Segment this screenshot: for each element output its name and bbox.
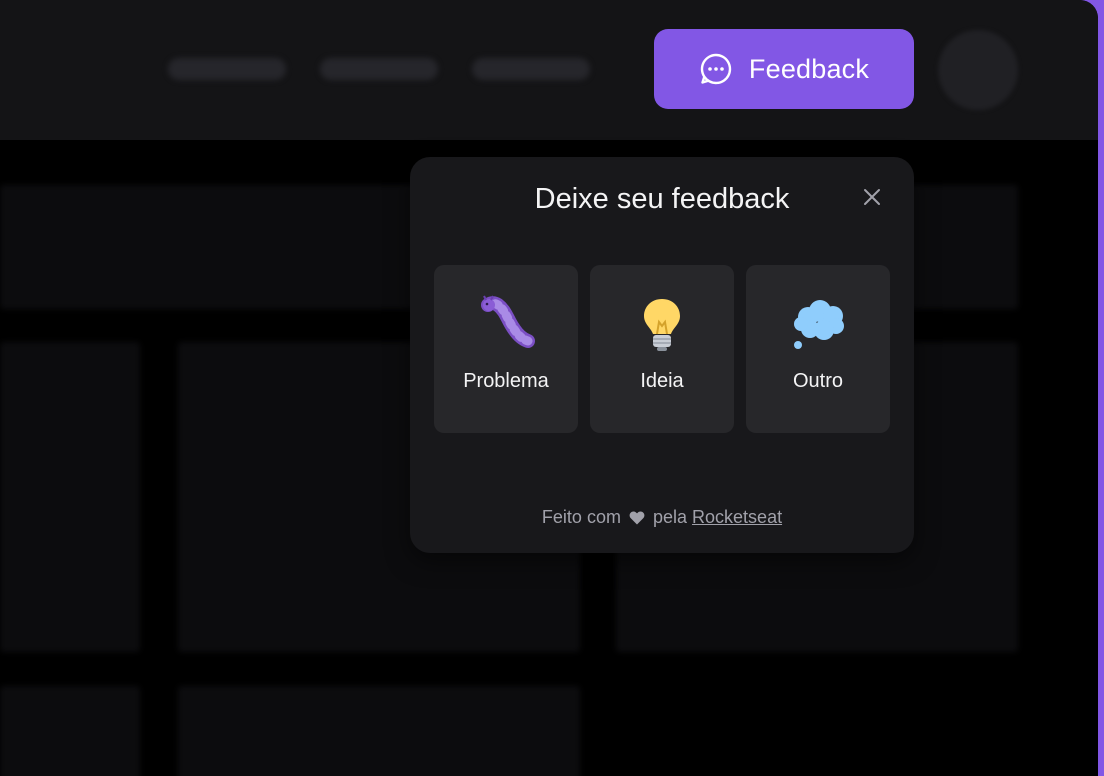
close-button[interactable]	[860, 187, 884, 211]
heart-icon	[629, 509, 645, 530]
nav-placeholder-1	[168, 58, 286, 80]
feedback-type-options: Problema Ideia Outro	[434, 265, 890, 433]
option-ideia[interactable]: Ideia	[590, 265, 734, 433]
feedback-widget: Deixe seu feedback Problema Ideia Outro …	[410, 157, 914, 553]
option-label: Outro	[792, 370, 844, 392]
option-label: Ideia	[640, 370, 684, 392]
avatar	[938, 30, 1018, 110]
option-label: Problema	[463, 370, 549, 392]
chat-dots-icon	[699, 52, 733, 86]
content-card-placeholder	[178, 686, 580, 776]
thought-balloon-icon	[788, 295, 848, 355]
close-icon	[862, 187, 882, 212]
bug-caterpillar-icon	[476, 295, 536, 355]
app-background: Feedback Deixe seu feedback Problema Ide…	[0, 0, 1098, 776]
lightbulb-icon	[632, 295, 692, 355]
footer-prefix: Feito com	[541, 507, 621, 527]
top-bar	[0, 0, 1098, 140]
rocketseat-link[interactable]: Rocketseat	[692, 507, 782, 527]
option-problema[interactable]: Problema	[434, 265, 578, 433]
nav-placeholder-3	[472, 58, 590, 80]
option-outro[interactable]: Outro	[746, 265, 890, 433]
nav-placeholder-2	[320, 58, 438, 80]
content-card-placeholder	[0, 342, 140, 652]
feedback-button[interactable]: Feedback	[654, 29, 914, 109]
content-card-placeholder	[0, 686, 140, 776]
widget-footer: Feito com pela Rocketseat	[410, 507, 914, 530]
widget-title: Deixe seu feedback	[534, 183, 790, 215]
feedback-button-label: Feedback	[748, 53, 870, 84]
footer-middle: pela	[652, 507, 688, 527]
